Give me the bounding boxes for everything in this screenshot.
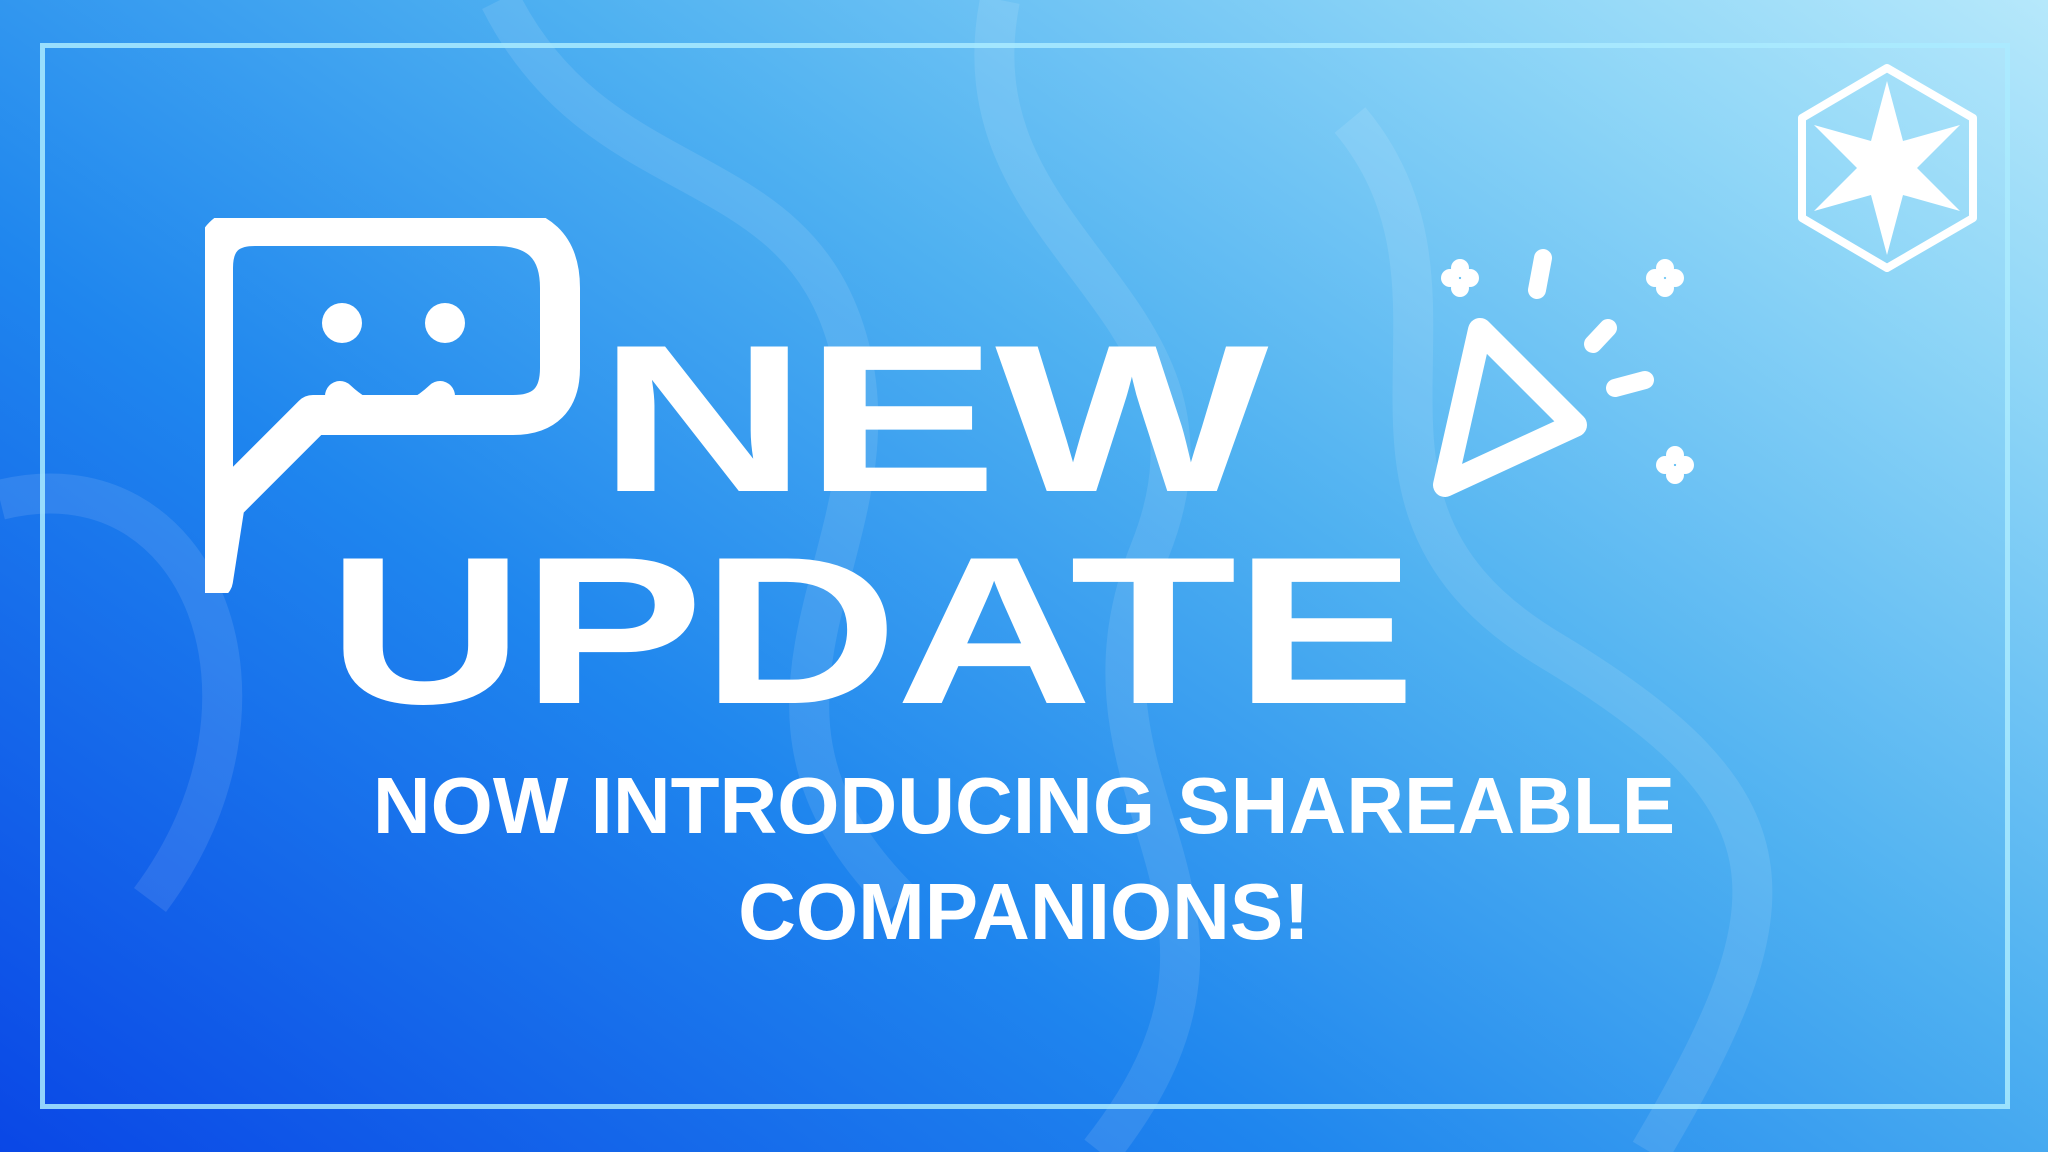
subtitle-line-1: NOW INTRODUCING SHAREABLE <box>372 761 1676 850</box>
subtitle-line-2: COMPANIONS! <box>738 867 1310 956</box>
party-popper-icon <box>1433 249 1694 497</box>
heading-update: UPDATE <box>327 513 1416 748</box>
hexagon-star-logo <box>1798 64 1977 272</box>
heading-new: NEW <box>598 301 1269 536</box>
